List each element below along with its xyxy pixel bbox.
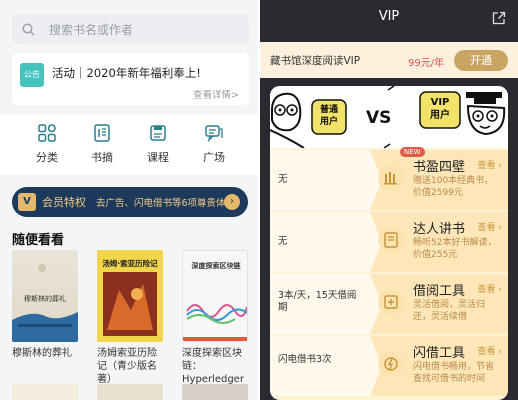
comic-left-bubble: 普通 用户 <box>319 105 338 127</box>
book-cover[interactable]: 穆斯林的葬礼 <box>12 250 78 342</box>
view-link[interactable]: 查看 › <box>478 282 502 295</box>
comic-right-bubble: VIP 用户 <box>430 97 450 121</box>
comparison-comic: 普通 用户 VS VIP 用户 <box>270 86 508 148</box>
vip-comparison-panel: 普通 用户 VS VIP 用户 无 NEW 书盈四壁 查看 › 赠送100本经典… <box>270 86 508 400</box>
lightning-icon <box>378 351 404 377</box>
vip-privilege-banner[interactable]: V 会员特权 去广告、闪电借书等6项尊贵体验 › <box>12 187 248 217</box>
announcement-badge: 公告 <box>20 63 44 87</box>
bookshelf-icon <box>378 165 404 191</box>
normal-user-value: 无 <box>278 174 288 185</box>
book-cover[interactable]: 汤姆·索亚历险记 <box>97 250 163 342</box>
vip-feature-cell[interactable]: NEW 书盈四壁 查看 › 赠送100本经典书，价值2599元 <box>370 147 508 210</box>
vip-feature-cell[interactable]: 借阅工具 查看 › 灵活借阅，灵活归还，灵活续借 <box>370 274 508 334</box>
chevron-right-icon: › <box>224 194 240 210</box>
comic-vs: VS <box>366 108 392 128</box>
book-cover-title: 深度探索区块链 <box>191 262 241 270</box>
book-excerpt-icon <box>94 124 110 142</box>
book-cover-title: 穆斯林的葬礼 <box>24 295 66 303</box>
normal-user-value: 闪电借书3次 <box>278 354 332 365</box>
search-input[interactable]: 搜索书名或作者 <box>12 14 249 44</box>
nav-square-label: 广场 <box>203 151 225 164</box>
book-title[interactable]: 穆斯林的葬礼 <box>12 347 78 360</box>
nav-category[interactable]: 分类 <box>22 123 72 165</box>
nav-excerpt-label: 书摘 <box>91 151 113 164</box>
feature-description: 闪电借书畅用，节省查找可借书的时间 <box>413 362 495 384</box>
feature-name: 书盈四壁 <box>413 160 466 175</box>
feature-description: 灵活借阅，灵活归还，灵活续借 <box>413 300 486 322</box>
book-title[interactable]: 深度探索区块链：Hyperledger <box>182 347 248 386</box>
vip-feature-cell[interactable]: 闪借工具 查看 › 闪电借书畅用，节省查找可借书的时间 <box>370 336 508 396</box>
feature-name: 闪借工具 <box>413 346 466 361</box>
book-title[interactable]: 汤姆索亚历险记（青少版名著） <box>97 347 163 386</box>
audio-book-icon <box>378 227 404 253</box>
page-title: VIP <box>378 9 400 24</box>
nav-category-label: 分类 <box>36 151 58 164</box>
borrow-tool-icon <box>378 289 404 315</box>
vip-plan-price: 99元/年 <box>408 58 445 69</box>
view-link[interactable]: 查看 › <box>478 220 502 233</box>
section-title: 随便看看 <box>12 233 65 248</box>
view-link[interactable]: 查看 › <box>478 344 502 357</box>
vip-mark-icon: V <box>18 193 36 211</box>
vip-banner-label: 会员特权 <box>42 196 86 209</box>
view-details-link[interactable]: 查看详情> <box>193 87 239 101</box>
announcement-card[interactable]: 公告 活动｜2020年新年福利奉上! 查看详情> <box>12 53 249 105</box>
feature-row[interactable]: 3本/天，15天借阅期 借阅工具 查看 › 灵活借阅，灵活归还，灵活续借 <box>270 274 508 334</box>
search-icon <box>22 22 35 35</box>
book-card[interactable]: 深度探索区块链 深度探索区块链：Hyperledger <box>182 250 248 386</box>
normal-user-value: 3本/天，15天借阅期 <box>278 290 357 313</box>
nav-square[interactable]: 广场 <box>189 123 239 165</box>
more-books-row <box>0 384 258 400</box>
feature-row[interactable]: 闪电借书3次 闪借工具 查看 › 闪电借书畅用，节省查找可借书的时间 <box>270 336 508 396</box>
chat-square-icon <box>205 125 223 143</box>
book-cover[interactable]: 深度探索区块链 <box>182 250 248 342</box>
feature-name: 借阅工具 <box>413 284 466 299</box>
share-icon[interactable] <box>492 11 506 25</box>
vip-plan-card: 藏书馆深度阅读VIP 99元/年 开通 <box>260 42 518 78</box>
nav-course[interactable]: 课程 <box>133 123 183 165</box>
feature-row[interactable]: 无 NEW 书盈四壁 查看 › 赠送100本经典书，价值2599元 <box>270 147 508 210</box>
course-icon <box>150 125 166 141</box>
vip-plan-name: 藏书馆深度阅读VIP <box>270 55 361 67</box>
app-root: 搜索书名或作者 公告 活动｜2020年新年福利奉上! 查看详情> 分类 书摘 课… <box>0 0 518 400</box>
feature-description: 赠送100本经典书，价值2599元 <box>413 176 494 198</box>
normal-user-value: 无 <box>278 236 288 247</box>
book-card[interactable]: 汤姆·索亚历险记 汤姆索亚历险记（青少版名著） <box>97 250 163 386</box>
vip-feature-cell[interactable]: 达人讲书 查看 › 畅听52本好书解读，价值255元 <box>370 212 508 272</box>
category-nav: 分类 书摘 课程 广场 <box>0 115 258 175</box>
nav-excerpt[interactable]: 书摘 <box>77 123 127 165</box>
announcement-text[interactable]: 活动｜2020年新年福利奉上! <box>52 65 201 81</box>
book-cover-title: 汤姆·索亚历险记 <box>102 259 158 268</box>
feature-row[interactable]: 无 达人讲书 查看 › 畅听52本好书解读，价值255元 <box>270 212 508 272</box>
activate-button[interactable]: 开通 <box>454 50 508 71</box>
vip-screen: VIP 藏书馆深度阅读VIP 99元/年 开通 普通 用户 VS VIP 用户 … <box>260 0 518 400</box>
vip-banner-text: 去广告、闪电借书等6项尊贵体验 <box>96 198 236 209</box>
feature-name: 达人讲书 <box>413 222 466 237</box>
nav-course-label: 课程 <box>147 151 169 164</box>
library-home-screen: 搜索书名或作者 公告 活动｜2020年新年福利奉上! 查看详情> 分类 书摘 课… <box>0 0 258 400</box>
grid-icon <box>38 124 56 142</box>
feature-description: 畅听52本好书解读，价值255元 <box>413 238 497 260</box>
search-placeholder: 搜索书名或作者 <box>49 22 134 37</box>
book-card[interactable]: 穆斯林的葬礼 穆斯林的葬礼 <box>12 250 78 360</box>
view-link[interactable]: 查看 › <box>478 158 502 171</box>
